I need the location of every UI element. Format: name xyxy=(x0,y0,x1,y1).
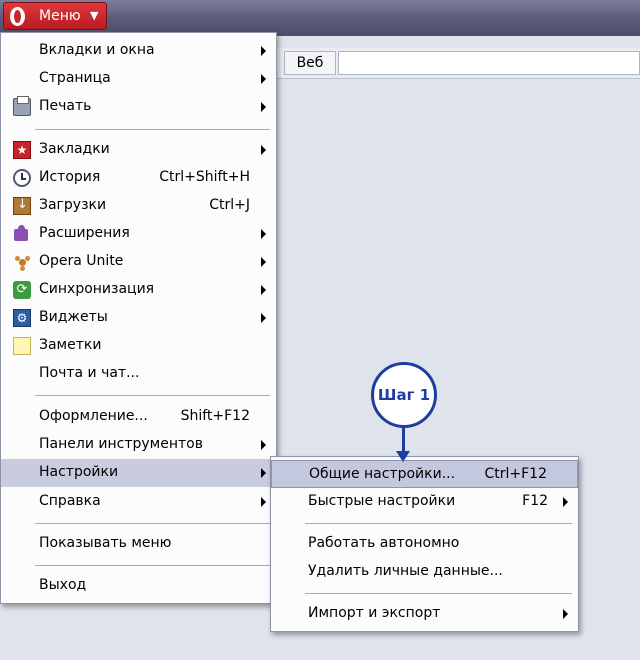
menu-item-label: Справка xyxy=(39,493,101,509)
submenu-arrow-icon xyxy=(261,257,266,267)
menu-separator xyxy=(35,565,270,566)
submenu-arrow-icon xyxy=(261,497,266,507)
submenu-arrow-icon xyxy=(261,313,266,323)
window-titlebar: Меню ▼ xyxy=(0,0,640,36)
shortcut-label: Ctrl+J xyxy=(209,197,250,213)
menu-item-label: История xyxy=(39,169,101,185)
menu-separator xyxy=(35,129,270,130)
menu-item-label: Оформление... xyxy=(39,408,148,424)
submenu-arrow-icon xyxy=(563,497,568,507)
submenu-arrow-icon xyxy=(261,102,266,112)
menu-item-page[interactable]: Страница xyxy=(1,65,276,93)
menu-item-exit[interactable]: Выход xyxy=(1,572,276,600)
tab-web[interactable]: Веб xyxy=(284,51,336,75)
printer-icon xyxy=(13,96,31,116)
menu-separator xyxy=(35,395,270,396)
menu-separator xyxy=(305,593,572,594)
sync-icon: ⟳ xyxy=(13,281,31,299)
menu-item-mail-chat[interactable]: Почта и чат... xyxy=(1,360,276,388)
step-callout: Шаг 1 xyxy=(371,362,437,428)
shortcut-label: Ctrl+Shift+H xyxy=(159,169,250,185)
menu-item-label: Заметки xyxy=(39,337,102,353)
submenu-arrow-icon xyxy=(261,46,266,56)
submenu-item-work-offline[interactable]: Работать автономно xyxy=(271,530,578,558)
menu-item-widgets[interactable]: ⚙ Виджеты xyxy=(1,304,276,332)
menu-item-label: Выход xyxy=(39,577,87,593)
shortcut-label: Ctrl+F12 xyxy=(484,466,547,482)
submenu-item-import-export[interactable]: Импорт и экспорт xyxy=(271,600,578,628)
submenu-item-quick-preferences[interactable]: Быстрые настройки F12 xyxy=(271,488,578,516)
menu-item-toolbars[interactable]: Панели инструментов xyxy=(1,431,276,459)
menu-item-tabs-windows[interactable]: Вкладки и окна xyxy=(1,37,276,65)
menu-item-label: Импорт и экспорт xyxy=(308,605,441,621)
menu-item-label: Закладки xyxy=(39,141,110,157)
menu-item-label: Виджеты xyxy=(39,309,108,325)
submenu-arrow-icon xyxy=(261,74,266,84)
menu-item-history[interactable]: История Ctrl+Shift+H xyxy=(1,164,276,192)
submenu-arrow-icon xyxy=(261,229,266,239)
menu-item-label: Расширения xyxy=(39,225,130,241)
menu-item-downloads[interactable]: Загрузки Ctrl+J xyxy=(1,192,276,220)
submenu-arrow-icon xyxy=(261,285,266,295)
main-menu: Вкладки и окна Страница Печать ★ Закладк… xyxy=(0,32,277,604)
bookmarks-icon: ★ xyxy=(13,141,31,159)
extensions-puzzle-icon xyxy=(13,225,31,243)
menu-item-show-menu[interactable]: Показывать меню xyxy=(1,530,276,558)
menu-item-settings[interactable]: Настройки xyxy=(1,459,276,487)
settings-submenu: Общие настройки... Ctrl+F12 Быстрые наст… xyxy=(270,456,579,632)
menu-item-label: Быстрые настройки xyxy=(308,493,456,509)
menu-item-label: Страница xyxy=(39,70,111,86)
opera-unite-icon xyxy=(13,253,31,271)
menu-item-label: Вкладки и окна xyxy=(39,42,155,58)
tab-strip: Веб xyxy=(276,48,640,79)
menu-item-label: Панели инструментов xyxy=(39,436,203,452)
menu-item-bookmarks[interactable]: ★ Закладки xyxy=(1,136,276,164)
shortcut-label: F12 xyxy=(522,493,548,509)
downloads-icon xyxy=(13,197,31,215)
menu-item-sync[interactable]: ⟳ Синхронизация xyxy=(1,276,276,304)
submenu-item-delete-private-data[interactable]: Удалить личные данные... xyxy=(271,558,578,586)
submenu-arrow-icon xyxy=(261,440,266,450)
submenu-arrow-icon xyxy=(563,609,568,619)
menu-item-label: Работать автономно xyxy=(308,535,460,551)
menu-item-opera-unite[interactable]: Opera Unite xyxy=(1,248,276,276)
shortcut-label: Shift+F12 xyxy=(180,408,250,424)
menu-item-label: Opera Unite xyxy=(39,253,124,269)
callout-arrow-icon xyxy=(396,451,410,462)
menu-button-label: Меню xyxy=(39,8,81,24)
submenu-arrow-icon xyxy=(261,145,266,155)
menu-item-label: Показывать меню xyxy=(39,535,172,551)
history-clock-icon xyxy=(13,169,31,187)
menu-item-label: Почта и чат... xyxy=(39,365,140,381)
menu-item-help[interactable]: Справка xyxy=(1,488,276,516)
submenu-item-preferences[interactable]: Общие настройки... Ctrl+F12 xyxy=(271,460,578,488)
menu-item-appearance[interactable]: Оформление... Shift+F12 xyxy=(1,403,276,431)
menu-separator xyxy=(305,523,572,524)
menu-item-label: Печать xyxy=(39,98,92,114)
notes-icon xyxy=(13,337,31,355)
menu-item-extensions[interactable]: Расширения xyxy=(1,220,276,248)
menu-item-print[interactable]: Печать xyxy=(1,93,276,121)
menu-item-label: Удалить личные данные... xyxy=(308,563,503,579)
menu-item-notes[interactable]: Заметки xyxy=(1,332,276,360)
widgets-icon: ⚙ xyxy=(13,309,31,327)
chevron-down-icon: ▼ xyxy=(90,9,99,22)
submenu-arrow-icon xyxy=(261,468,266,478)
menu-item-label: Общие настройки... xyxy=(309,466,456,482)
opera-menu-button[interactable]: Меню ▼ xyxy=(3,2,107,30)
menu-item-label: Загрузки xyxy=(39,197,107,213)
menu-item-label: Настройки xyxy=(39,464,119,480)
opera-logo-icon xyxy=(10,7,25,26)
menu-item-label: Синхронизация xyxy=(39,281,155,297)
address-field[interactable] xyxy=(338,51,640,75)
menu-separator xyxy=(35,523,270,524)
